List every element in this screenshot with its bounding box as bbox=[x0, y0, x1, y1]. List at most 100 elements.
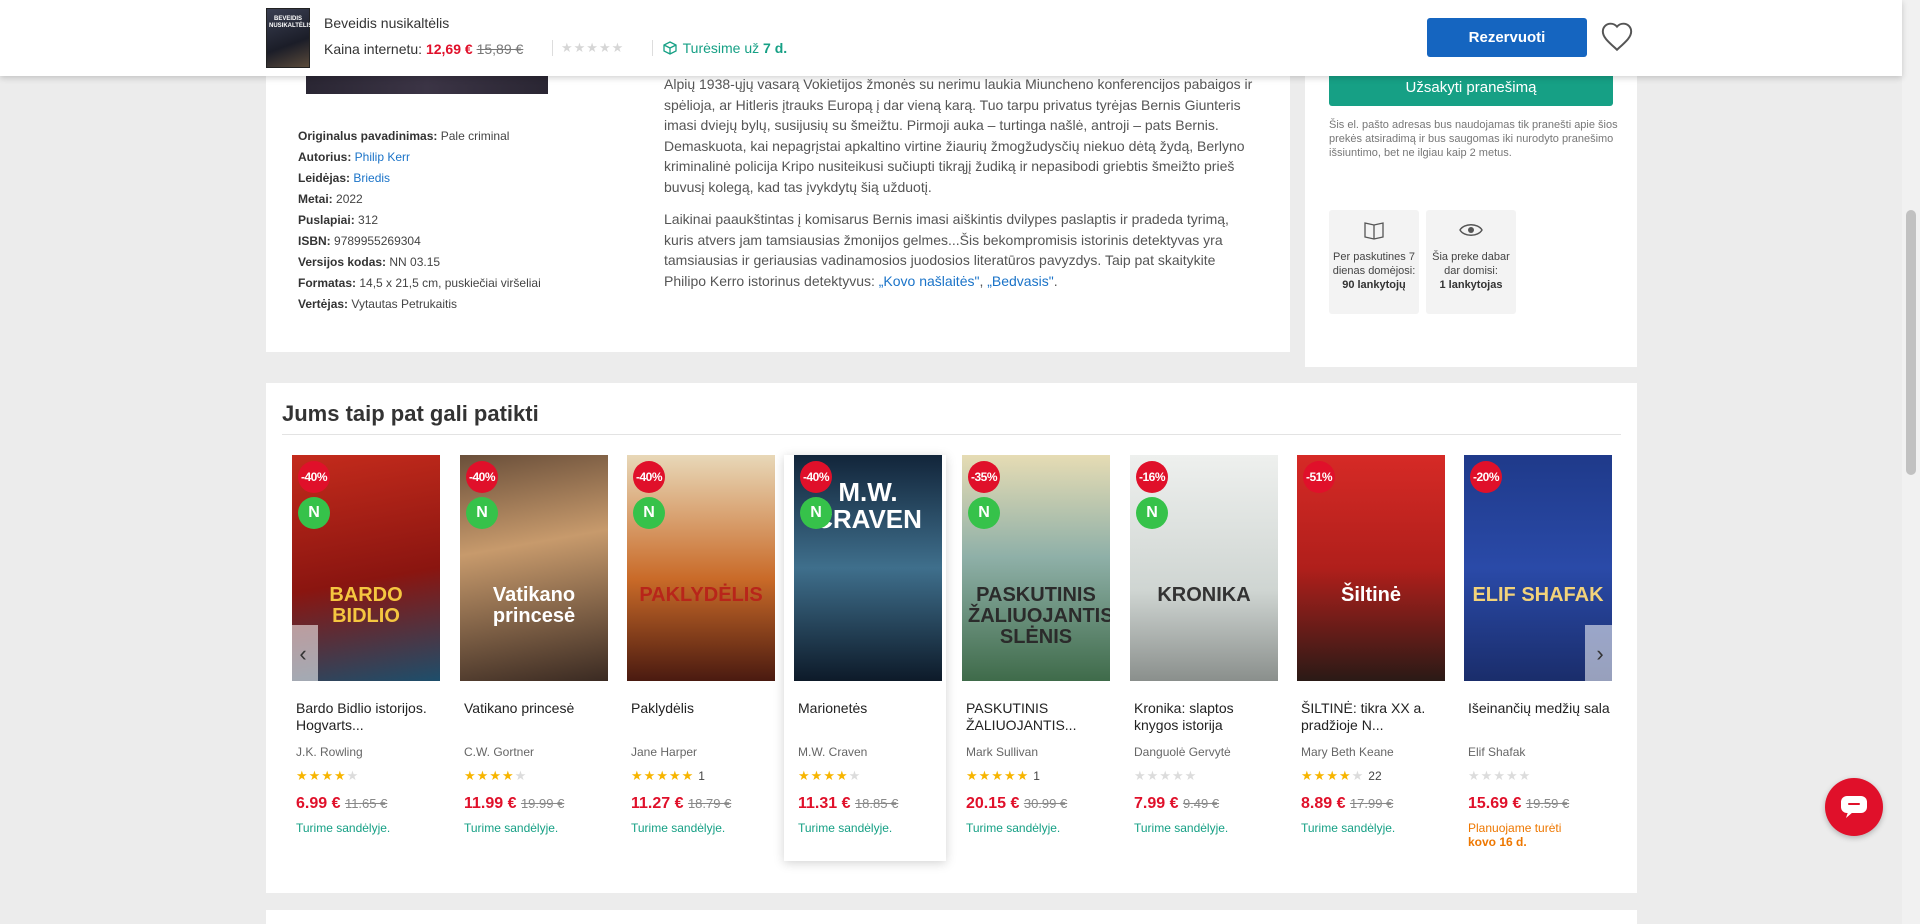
star-icon: ★ bbox=[656, 768, 669, 783]
cover-title: Šiltinė bbox=[1340, 584, 1401, 606]
star-icon: ★ bbox=[514, 768, 528, 783]
new-badge: N bbox=[1136, 497, 1168, 529]
publisher-link[interactable]: Briedis bbox=[353, 171, 390, 185]
rating-stars: ★★★★★ bbox=[552, 40, 624, 56]
product-rating: ★★★★★ bbox=[1134, 768, 1197, 784]
product-name[interactable]: Bardo Bidlio istorijos. Hogvarts... bbox=[296, 700, 442, 734]
star-icon: ★ bbox=[1313, 768, 1327, 783]
star-icon: ★ bbox=[810, 768, 824, 783]
product-price: 15.69 € 19.59 € bbox=[1468, 795, 1569, 813]
star-icon: ★ bbox=[501, 768, 515, 783]
cover-title: PASKUTINIS ŽALIUOJANTIS SLĖNIS bbox=[968, 584, 1110, 648]
price-line: Kaina internetu: 12,69 € 15,89 € bbox=[324, 41, 523, 57]
current-price: 7.99 € bbox=[1134, 795, 1179, 812]
star-icon: ★ bbox=[321, 768, 334, 783]
product-author: Mark Sullivan bbox=[966, 745, 1039, 759]
visitors-week-stat: Per paskutines 7 dienas domėjosi: 90 lan… bbox=[1329, 210, 1419, 314]
product-author: Mary Beth Keane bbox=[1301, 745, 1394, 759]
chat-icon bbox=[1841, 796, 1867, 818]
section-heading: Jums taip pat gali patikti bbox=[282, 401, 539, 426]
discount-badge: -51% bbox=[1303, 461, 1335, 493]
availability: Turime sandėlyje. bbox=[1301, 821, 1396, 835]
author-link[interactable]: Philip Kerr bbox=[355, 150, 410, 164]
new-badge: N bbox=[968, 497, 1000, 529]
product-name[interactable]: PASKUTINIS ŽALIUOJANTIS... bbox=[966, 700, 1112, 734]
spec-original-title: Originalus pavadinimas: Pale criminal bbox=[298, 129, 510, 143]
star-icon: ★ bbox=[1518, 768, 1532, 783]
star-icon: ★ bbox=[681, 768, 695, 783]
chevron-right-icon[interactable]: › bbox=[1585, 625, 1615, 683]
old-price: 19.59 € bbox=[1525, 796, 1570, 811]
availability: Turime sandėlyje. bbox=[296, 821, 391, 835]
visitors-now-stat: Šia preke dabar dar domisi: 1 lankytojas bbox=[1426, 210, 1516, 314]
book-icon bbox=[1364, 222, 1384, 240]
description-paragraph-2: Laikinai paaukštintas į komisarus Bernis… bbox=[664, 211, 1229, 289]
cover-title: KRONIKA bbox=[1157, 584, 1251, 606]
star-icon: ★ bbox=[1505, 768, 1519, 783]
divider bbox=[282, 434, 1621, 435]
current-price: 6.99 € bbox=[296, 795, 341, 812]
product-card[interactable]: Vatikano princesė -40% N Vatikano princesė C… bbox=[450, 455, 612, 861]
discount-badge: -40% bbox=[298, 461, 330, 493]
product-card[interactable]: KRONIKA -16% N Kronika: slaptos knygos isto… bbox=[1120, 455, 1282, 861]
current-price: 11.31 € bbox=[798, 795, 851, 812]
product-author: Jane Harper bbox=[631, 745, 698, 759]
related-book-link-1[interactable]: „Kovo našlaitės" bbox=[879, 273, 980, 289]
availability: Turime sandėlyje. bbox=[464, 821, 559, 835]
product-name[interactable]: Marionetės bbox=[798, 700, 944, 717]
star-icon: ★ bbox=[346, 768, 360, 783]
product-name[interactable]: Išeinančių medžių sala bbox=[1468, 700, 1614, 717]
product-card[interactable]: PAKLYDĖLIS -40% N Paklydėlis Jane Harper ★★★★… bbox=[617, 455, 779, 861]
product-name[interactable]: Paklydėlis bbox=[631, 700, 777, 717]
spec-author: Autorius: Philip Kerr bbox=[298, 150, 411, 164]
product-name[interactable]: Vatikano princesė bbox=[464, 700, 610, 717]
star-icon: ★ bbox=[1493, 768, 1506, 783]
chat-button[interactable] bbox=[1825, 778, 1883, 836]
star-icon: ★ bbox=[489, 768, 502, 783]
star-icon: ★ bbox=[631, 768, 644, 783]
new-badge: N bbox=[633, 497, 665, 529]
discount-badge: -40% bbox=[466, 461, 498, 493]
old-price: 18.85 € bbox=[854, 796, 899, 811]
product-card[interactable]: M.W. CRAVEN -40% N Marionetės M.W. Craven ★★★… bbox=[784, 455, 946, 861]
chevron-left-icon[interactable]: ‹ bbox=[288, 625, 318, 683]
cover-title: PAKLYDĖLIS bbox=[639, 584, 763, 606]
heart-icon[interactable] bbox=[1600, 20, 1634, 54]
product-price: 20.15 € 30.99 € bbox=[966, 795, 1067, 813]
thumbnail-title: BEVEIDIS NUSIKALTĖLIS bbox=[269, 16, 313, 29]
current-price: 12,69 € bbox=[425, 41, 473, 57]
product-price: 11.27 € 18.79 € bbox=[631, 795, 731, 813]
availability: Turime sandėlyje. bbox=[798, 821, 893, 835]
related-book-link-2[interactable]: „Bedvasis" bbox=[987, 273, 1053, 289]
old-price: 18.79 € bbox=[687, 796, 732, 811]
star-icon: ★ bbox=[1301, 768, 1314, 783]
star-icon: ★ bbox=[333, 768, 347, 783]
product-thumbnail[interactable]: BEVEIDIS NUSIKALTĖLIS bbox=[266, 8, 313, 68]
discount-badge: -16% bbox=[1136, 461, 1168, 493]
product-card[interactable]: PASKUTINIS ŽALIUOJANTIS SLĖNIS -35% N PASKU… bbox=[952, 455, 1114, 861]
page-scrollbar[interactable] bbox=[1902, 0, 1920, 924]
product-name[interactable]: Kronika: slaptos knygos istorija bbox=[1134, 700, 1280, 734]
product-card[interactable]: Šiltinė -51% ŠILTINĖ: tikra XX a. pradžioj… bbox=[1287, 455, 1449, 861]
star-icon: ★ bbox=[476, 768, 490, 783]
spec-translator: Vertėjas: Vytautas Petrukaitis bbox=[298, 297, 457, 311]
product-specs: Originalus pavadinimas: Pale criminal Au… bbox=[298, 126, 541, 315]
product-price: 8.89 € 17.99 € bbox=[1301, 795, 1393, 813]
scrollbar-thumb[interactable] bbox=[1906, 210, 1916, 475]
box-icon bbox=[663, 41, 677, 55]
star-icon: ★ bbox=[978, 768, 992, 783]
product-name[interactable]: ŠILTINĖ: tikra XX a. pradžioje N... bbox=[1301, 700, 1447, 734]
product-rating: ★★★★★ bbox=[296, 768, 359, 784]
new-badge: N bbox=[800, 497, 832, 529]
rating-count: 22 bbox=[1368, 769, 1382, 783]
star-icon: ★ bbox=[643, 768, 657, 783]
star-icon: ★ bbox=[1171, 768, 1185, 783]
current-price: 11.99 € bbox=[464, 795, 517, 812]
reserve-button[interactable]: Rezervuoti bbox=[1427, 18, 1587, 57]
star-icon: ★ bbox=[1159, 768, 1172, 783]
eye-icon bbox=[1459, 224, 1483, 236]
old-price: 9.49 € bbox=[1182, 796, 1220, 811]
star-icon: ★ bbox=[966, 768, 979, 783]
stock-days: 7 d. bbox=[763, 40, 788, 56]
product-author: Elif Shafak bbox=[1468, 745, 1526, 759]
